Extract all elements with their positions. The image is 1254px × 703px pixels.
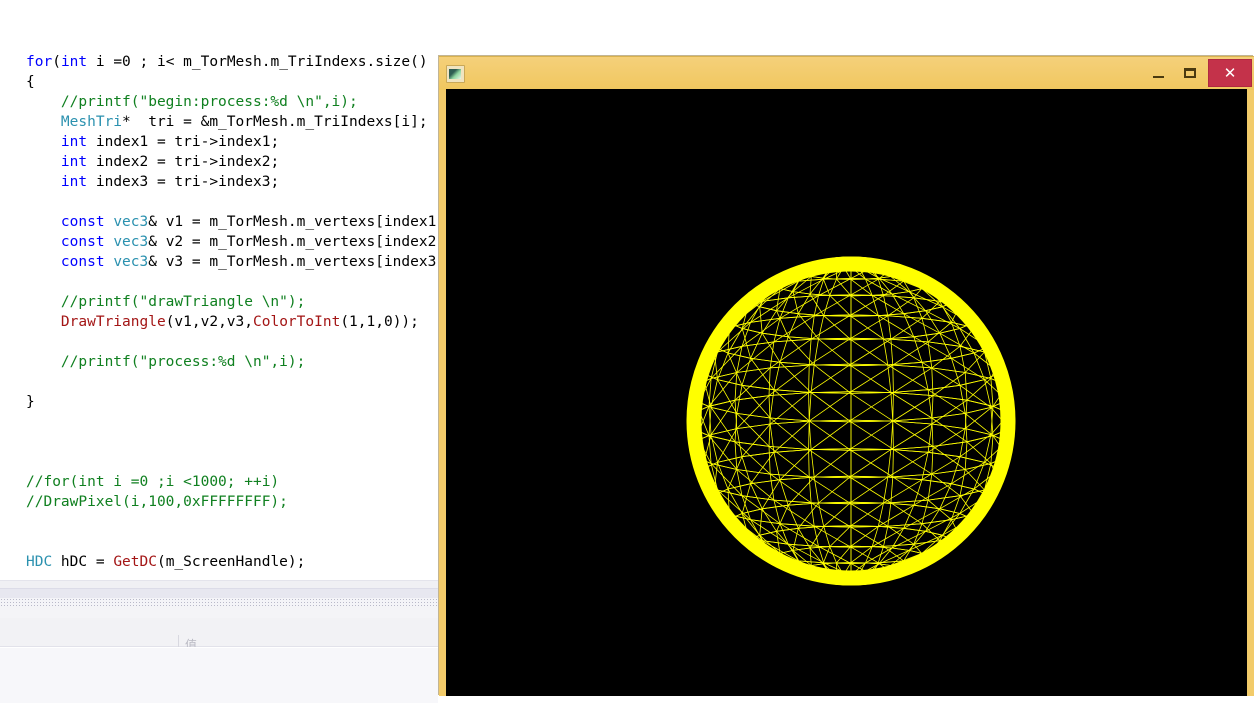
code-token: (1,1,0)); [340,314,419,330]
code-token: hDC = [52,554,113,570]
code-token: const [61,254,105,270]
code-token: int [61,134,87,150]
code-token: (m_ScreenHandle); [157,554,305,570]
code-token: vec3 [113,214,148,230]
code-line: } [26,392,438,412]
code-line [26,452,438,472]
watch-panel[interactable]: 值 [0,606,438,696]
code-token: vec3 [113,234,148,250]
maximize-button[interactable] [1175,59,1204,86]
code-line [26,192,438,212]
code-token: index1 = tri->index1; [87,134,279,150]
code-line: //printf("begin:process:%d \n",i); [26,92,438,112]
code-token: GetDC [113,554,157,570]
close-button[interactable]: ✕ [1208,59,1252,87]
minimize-icon [1153,76,1164,78]
app-titlebar[interactable]: ✕ [439,56,1254,90]
code-token: HDC [26,554,52,570]
code-token: //DrawPixel(i,100,0xFFFFFFFF); [26,494,288,510]
app-window-icon [446,65,465,83]
code-line: MeshTri* tri = &m_TorMesh.m_TriIndexs[i]… [26,112,438,132]
code-token [105,254,114,270]
code-line [26,532,438,552]
code-token: vec3 [113,254,148,270]
code-line: //DrawPixel(i,100,0xFFFFFFFF); [26,492,438,512]
code-token: int [61,54,87,70]
code-line: int index1 = tri->index1; [26,132,438,152]
code-token: DrawTriangle [61,314,166,330]
code-line [26,412,438,432]
code-token: & v3 = m_TorMesh.m_vertexs[index3]; [148,254,438,270]
code-token: int [61,174,87,190]
code-token: const [61,234,105,250]
render-canvas[interactable] [446,89,1247,696]
code-line [26,372,438,392]
maximize-icon [1184,68,1196,78]
code-token [105,214,114,230]
code-token: //printf("begin:process:%d \n",i); [61,94,358,110]
code-token: MeshTri [61,114,122,130]
watch-panel-body[interactable] [0,647,438,703]
code-token: int [61,154,87,170]
code-line [26,512,438,532]
code-token: //printf("drawTriangle \n"); [61,294,305,310]
close-icon: ✕ [1224,66,1237,81]
code-token: i =0 ; i< m_TorMesh.m_TriIndexs.size() ;… [87,54,438,70]
code-token: for [26,54,52,70]
code-token: } [26,394,35,410]
render-app-window[interactable]: ✕ [439,56,1254,696]
code-token: (v1,v2,v3, [166,314,253,330]
code-line: { [26,72,438,92]
code-token: index2 = tri->index2; [87,154,279,170]
code-line: const vec3& v1 = m_TorMesh.m_vertexs[ind… [26,212,438,232]
wireframe-sphere [446,89,1247,696]
code-text[interactable]: for(int i =0 ; i< m_TorMesh.m_TriIndexs.… [0,52,438,572]
code-line: for(int i =0 ; i< m_TorMesh.m_TriIndexs.… [26,52,438,72]
code-token: { [26,74,35,90]
code-token: * tri = &m_TorMesh.m_TriIndexs[i]; [122,114,428,130]
watch-panel-header: 值 [0,618,438,647]
code-line: //for(int i =0 ;i <1000; ++i) [26,472,438,492]
minimize-button[interactable] [1144,59,1173,86]
code-line [26,332,438,352]
code-line: int index2 = tri->index2; [26,152,438,172]
code-editor-pane[interactable]: for(int i =0 ; i< m_TorMesh.m_TriIndexs.… [0,0,438,580]
code-line [26,272,438,292]
code-line: int index3 = tri->index3; [26,172,438,192]
app-window-icon-glyph [449,69,461,79]
code-token: & v1 = m_TorMesh.m_vertexs[index1]; [148,214,438,230]
code-line: //printf("drawTriangle \n"); [26,292,438,312]
code-line: //printf("process:%d \n",i); [26,352,438,372]
code-token: ( [52,54,61,70]
panel-splitter-handle[interactable] [0,598,438,606]
code-token [105,234,114,250]
code-line: DrawTriangle(v1,v2,v3,ColorToInt(1,1,0))… [26,312,438,332]
code-line: const vec3& v3 = m_TorMesh.m_vertexs[ind… [26,252,438,272]
code-token: ColorToInt [253,314,340,330]
code-line [26,432,438,452]
code-token: & v2 = m_TorMesh.m_vertexs[index2]; [148,234,438,250]
code-line: const vec3& v2 = m_TorMesh.m_vertexs[ind… [26,232,438,252]
code-token: index3 = tri->index3; [87,174,279,190]
code-token: const [61,214,105,230]
code-token: //for(int i =0 ;i <1000; ++i) [26,474,279,490]
code-line: HDC hDC = GetDC(m_ScreenHandle); [26,552,438,572]
code-token: //printf("process:%d \n",i); [61,354,305,370]
